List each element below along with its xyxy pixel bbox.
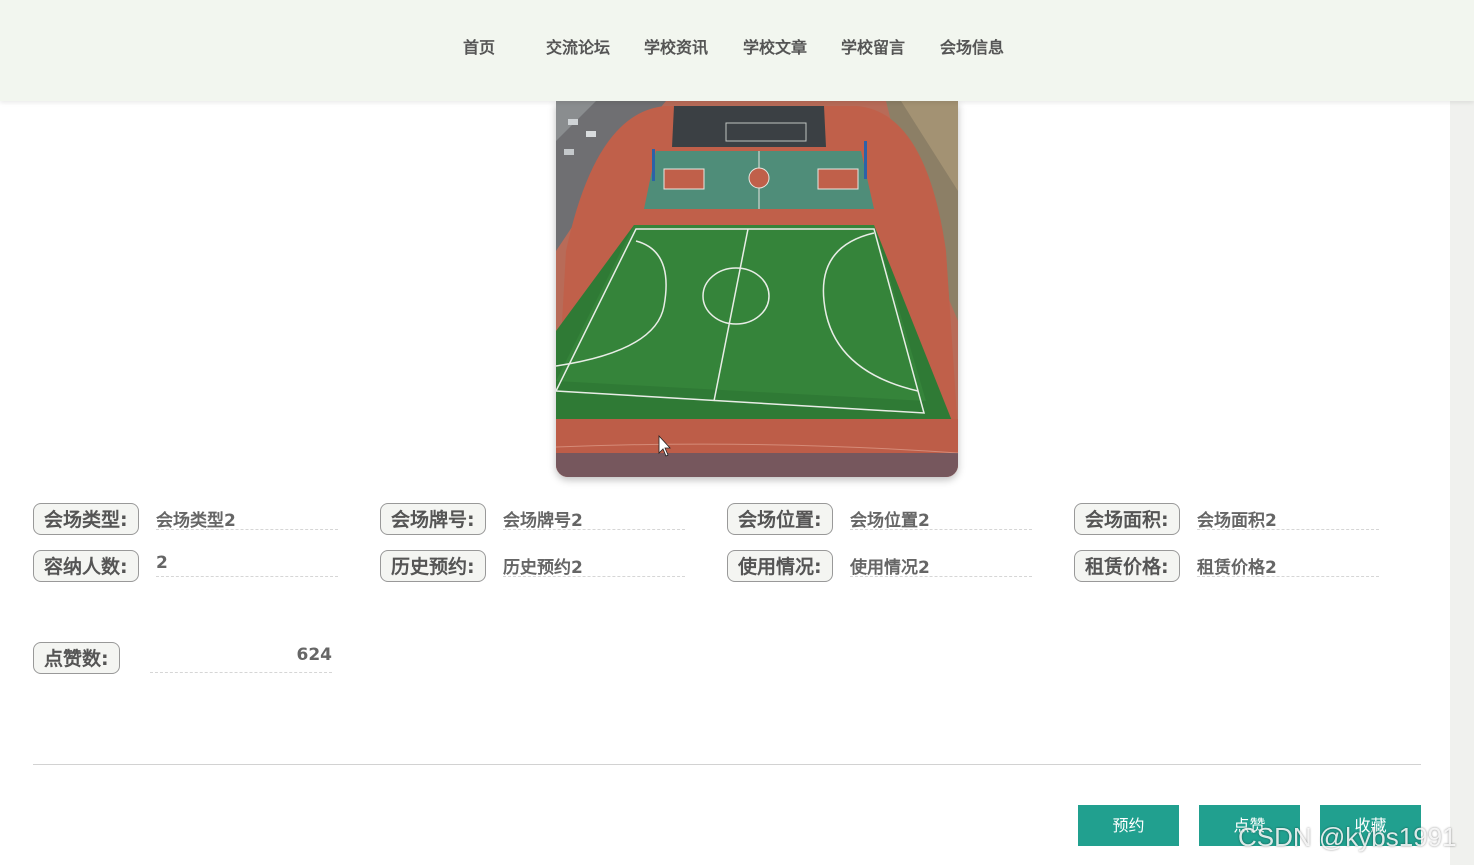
venue-type-label: 会场类型: bbox=[33, 503, 139, 535]
likes-count: 624 bbox=[150, 643, 332, 673]
nav-item-school-messages[interactable]: 学校留言 bbox=[841, 34, 905, 57]
nav-item-forum[interactable]: 交流论坛 bbox=[546, 34, 610, 57]
sports-field-image bbox=[556, 101, 958, 477]
capacity-value: 2 bbox=[156, 553, 338, 577]
rental-price-label: 租赁价格: bbox=[1074, 550, 1180, 582]
history-booking-label: 历史预约: bbox=[380, 550, 486, 582]
history-booking-value: 历史预约2 bbox=[503, 553, 685, 578]
venue-location-value: 会场位置2 bbox=[850, 506, 1032, 531]
venue-number-label: 会场牌号: bbox=[380, 503, 486, 535]
venue-area-label: 会场面积: bbox=[1074, 503, 1180, 535]
venue-type-value: 会场类型2 bbox=[156, 506, 338, 531]
reserve-button[interactable]: 预约 bbox=[1078, 805, 1179, 846]
nav-item-school-news[interactable]: 学校资讯 bbox=[644, 34, 708, 57]
usage-status-label: 使用情况: bbox=[727, 550, 833, 582]
rental-price-value: 租赁价格2 bbox=[1197, 553, 1379, 578]
watermark: CSDN @kybs1991 bbox=[1238, 822, 1457, 852]
venue-photo bbox=[556, 101, 958, 477]
venue-number-value: 会场牌号2 bbox=[503, 506, 685, 531]
usage-status-value: 使用情况2 bbox=[850, 553, 1032, 578]
top-navigation: 首页 交流论坛 学校资讯 学校文章 学校留言 会场信息 bbox=[0, 0, 1474, 101]
venue-location-label: 会场位置: bbox=[727, 503, 833, 535]
nav-item-venue-info[interactable]: 会场信息 bbox=[940, 34, 1004, 57]
nav-item-home[interactable]: 首页 bbox=[463, 34, 495, 57]
likes-label: 点赞数: bbox=[33, 642, 120, 674]
capacity-label: 容纳人数: bbox=[33, 550, 139, 582]
nav-item-school-articles[interactable]: 学校文章 bbox=[743, 34, 807, 57]
venue-area-value: 会场面积2 bbox=[1197, 506, 1379, 531]
page-gutter bbox=[1450, 0, 1474, 865]
section-divider bbox=[33, 764, 1421, 765]
